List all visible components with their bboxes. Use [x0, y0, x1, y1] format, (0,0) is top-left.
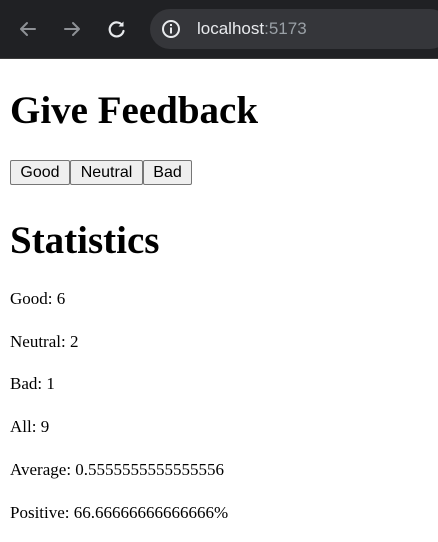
- site-info-button[interactable]: [159, 17, 183, 41]
- feedback-heading: Give Feedback: [10, 89, 259, 132]
- site-info-icon: [162, 20, 180, 38]
- feedback-buttons: Good Neutral Bad: [10, 160, 428, 186]
- url-port: :5173: [264, 19, 307, 38]
- stat-all: All: 9: [10, 417, 50, 436]
- stat-bad: Bad: 1: [10, 374, 55, 393]
- url-host: localhost: [197, 19, 265, 38]
- neutral-button[interactable]: Neutral: [70, 160, 143, 185]
- bad-button[interactable]: Bad: [143, 160, 192, 185]
- stat-good: Good: 6: [10, 289, 66, 308]
- reload-icon: [108, 21, 125, 38]
- stat-positive: Positive: 66.66666666666666%: [10, 503, 229, 522]
- back-button[interactable]: [14, 15, 42, 43]
- forward-arrow-icon: [64, 22, 80, 36]
- reload-button[interactable]: [103, 15, 131, 43]
- stat-neutral: Neutral: 2: [10, 332, 79, 351]
- good-button[interactable]: Good: [10, 160, 70, 185]
- url-text: localhost:5173: [197, 19, 307, 39]
- stat-average: Average: 0.5555555555555556: [10, 460, 225, 479]
- back-arrow-icon: [20, 22, 36, 36]
- forward-button[interactable]: [58, 15, 86, 43]
- browser-toolbar: localhost:5173: [0, 0, 438, 59]
- page-content: Give Feedback Good Neutral Bad Statistic…: [0, 59, 438, 264]
- address-bar[interactable]: localhost:5173: [150, 9, 438, 49]
- statistics-heading: Statistics: [10, 219, 160, 262]
